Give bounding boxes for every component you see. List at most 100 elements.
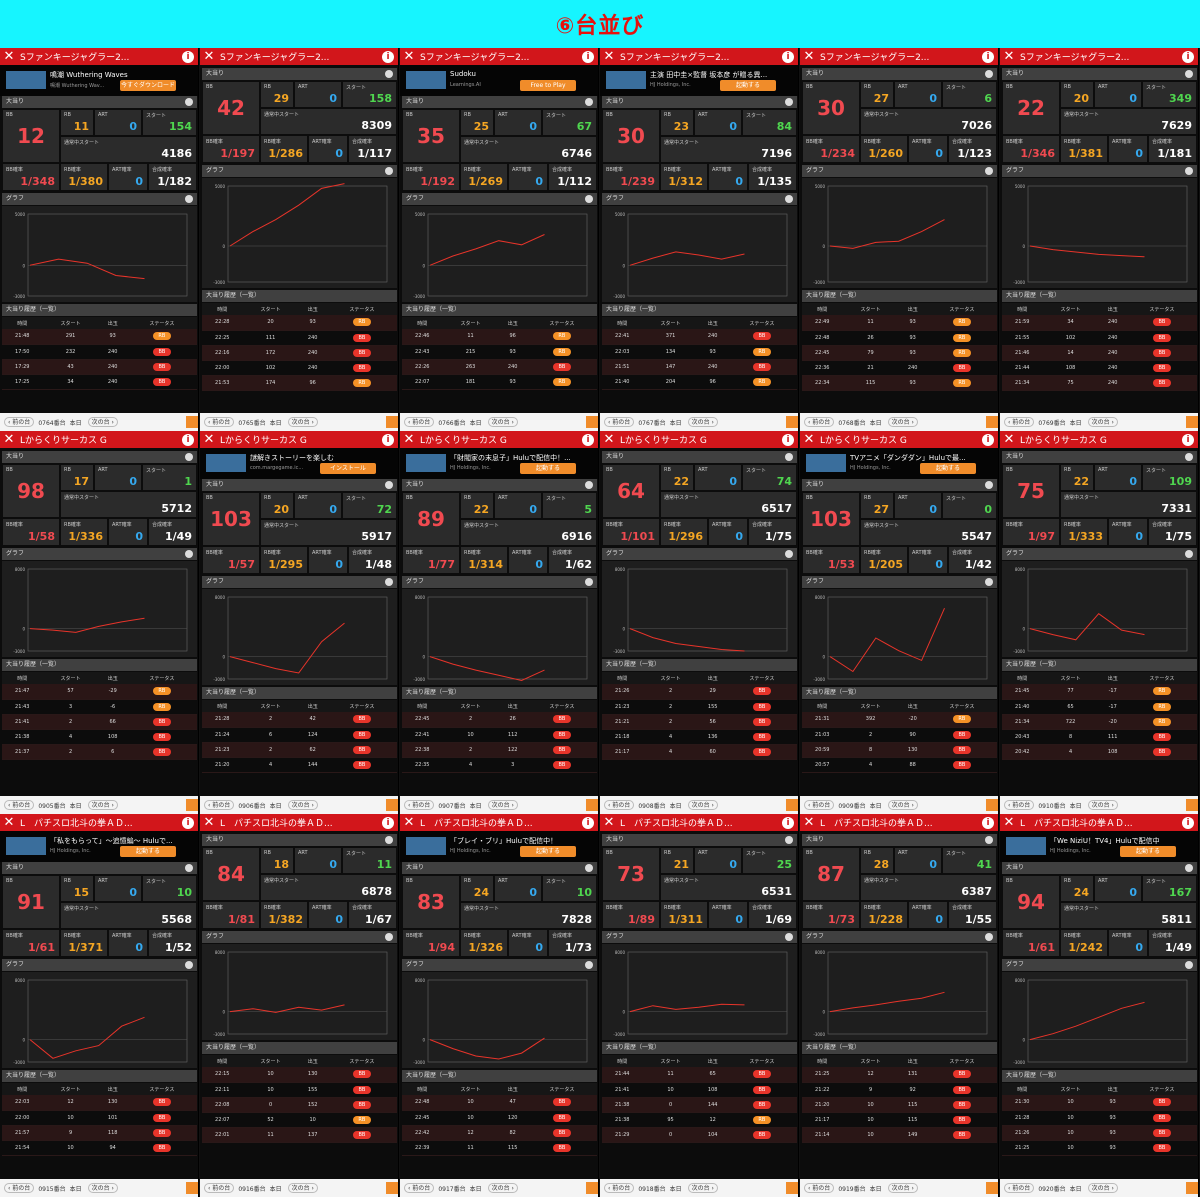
section-icon[interactable]	[185, 961, 193, 969]
prev-button[interactable]: ‹ 前の台	[604, 417, 635, 427]
next-button[interactable]: 次の台 ›	[287, 800, 318, 810]
close-icon[interactable]: ✕	[800, 431, 818, 448]
prev-button[interactable]: ‹ 前の台	[4, 1183, 35, 1193]
ad-banner[interactable]: TVアニメ「ダンダダン」Huluで最... HJ Holdings, Inc. 起動…	[800, 448, 998, 479]
prev-button[interactable]: ‹ 前の台	[404, 417, 435, 427]
info-icon[interactable]: i	[1182, 433, 1194, 446]
prev-button[interactable]: ‹ 前の台	[1004, 1183, 1035, 1193]
app-icon[interactable]	[586, 799, 598, 811]
app-icon[interactable]	[1186, 1182, 1198, 1194]
ad-button[interactable]: 起動する	[520, 463, 576, 474]
prev-button[interactable]: ‹ 前の台	[804, 1183, 835, 1193]
section-icon[interactable]	[1185, 961, 1193, 969]
next-button[interactable]: 次の台 ›	[487, 800, 518, 810]
section-icon[interactable]	[585, 961, 593, 969]
close-icon[interactable]: ✕	[400, 48, 418, 65]
app-icon[interactable]	[1186, 799, 1198, 811]
prev-button[interactable]: ‹ 前の台	[204, 417, 235, 427]
section-icon[interactable]	[1185, 864, 1193, 872]
info-icon[interactable]: i	[982, 50, 994, 63]
section-icon[interactable]	[585, 481, 593, 489]
next-button[interactable]: 次の台 ›	[87, 800, 118, 810]
close-icon[interactable]: ✕	[400, 814, 418, 831]
ad-button[interactable]: 今すぐダウンロード	[120, 80, 176, 91]
close-icon[interactable]: ✕	[800, 48, 818, 65]
info-icon[interactable]: i	[182, 433, 194, 446]
next-button[interactable]: 次の台 ›	[887, 800, 918, 810]
close-icon[interactable]: ✕	[0, 431, 18, 448]
section-icon[interactable]	[985, 70, 993, 78]
info-icon[interactable]: i	[582, 433, 594, 446]
next-button[interactable]: 次の台 ›	[1087, 417, 1118, 427]
app-icon[interactable]	[786, 416, 798, 428]
section-icon[interactable]	[785, 453, 793, 461]
ad-banner[interactable]: 「財閥家の末息子」Huluで配信中！... HJ Holdings, Inc. 起動…	[400, 448, 598, 479]
info-icon[interactable]: i	[182, 816, 194, 829]
next-button[interactable]: 次の台 ›	[87, 1183, 118, 1193]
app-icon[interactable]	[986, 1182, 998, 1194]
ad-button[interactable]: インストール	[320, 463, 376, 474]
close-icon[interactable]: ✕	[1000, 48, 1018, 65]
next-button[interactable]: 次の台 ›	[487, 417, 518, 427]
info-icon[interactable]: i	[1182, 816, 1194, 829]
ad-banner[interactable]: 「We NiziU！TV4」Huluで配信中 HJ Holdings, Inc. 起…	[1000, 831, 1198, 862]
info-icon[interactable]: i	[782, 433, 794, 446]
close-icon[interactable]: ✕	[800, 814, 818, 831]
section-icon[interactable]	[1185, 70, 1193, 78]
section-icon[interactable]	[185, 864, 193, 872]
section-icon[interactable]	[385, 933, 393, 941]
ad-banner[interactable]: 「ブレイ・ブリ」Huluで配信中！ HJ Holdings, Inc. 起動する	[400, 831, 598, 862]
prev-button[interactable]: ‹ 前の台	[4, 800, 35, 810]
close-icon[interactable]: ✕	[600, 431, 618, 448]
prev-button[interactable]: ‹ 前の台	[604, 800, 635, 810]
close-icon[interactable]: ✕	[1000, 431, 1018, 448]
next-button[interactable]: 次の台 ›	[687, 417, 718, 427]
prev-button[interactable]: ‹ 前の台	[204, 800, 235, 810]
ad-button[interactable]: 起動する	[120, 846, 176, 857]
section-icon[interactable]	[385, 578, 393, 586]
ad-button[interactable]: 起動する	[720, 80, 776, 91]
prev-button[interactable]: ‹ 前の台	[1004, 417, 1035, 427]
section-icon[interactable]	[785, 98, 793, 106]
prev-button[interactable]: ‹ 前の台	[404, 1183, 435, 1193]
close-icon[interactable]: ✕	[1000, 814, 1018, 831]
section-icon[interactable]	[385, 836, 393, 844]
close-icon[interactable]: ✕	[200, 814, 218, 831]
section-icon[interactable]	[185, 98, 193, 106]
app-icon[interactable]	[186, 1182, 198, 1194]
section-icon[interactable]	[185, 453, 193, 461]
section-icon[interactable]	[385, 481, 393, 489]
app-icon[interactable]	[586, 416, 598, 428]
close-icon[interactable]: ✕	[400, 431, 418, 448]
section-icon[interactable]	[985, 481, 993, 489]
app-icon[interactable]	[186, 799, 198, 811]
app-icon[interactable]	[786, 1182, 798, 1194]
prev-button[interactable]: ‹ 前の台	[1004, 800, 1035, 810]
app-icon[interactable]	[186, 416, 198, 428]
section-icon[interactable]	[785, 836, 793, 844]
section-icon[interactable]	[1185, 453, 1193, 461]
prev-button[interactable]: ‹ 前の台	[4, 417, 35, 427]
app-icon[interactable]	[986, 799, 998, 811]
info-icon[interactable]: i	[582, 816, 594, 829]
section-icon[interactable]	[1185, 550, 1193, 558]
next-button[interactable]: 次の台 ›	[887, 417, 918, 427]
ad-button[interactable]: 起動する	[920, 463, 976, 474]
ad-banner[interactable]: 主演 田中圭×監督 坂本彦 が贈る異... HJ Holdings, Inc. 起動…	[600, 65, 798, 96]
info-icon[interactable]: i	[582, 50, 594, 63]
app-icon[interactable]	[1186, 416, 1198, 428]
prev-button[interactable]: ‹ 前の台	[204, 1183, 235, 1193]
info-icon[interactable]: i	[382, 816, 394, 829]
next-button[interactable]: 次の台 ›	[287, 1183, 318, 1193]
next-button[interactable]: 次の台 ›	[487, 1183, 518, 1193]
app-icon[interactable]	[586, 1182, 598, 1194]
section-icon[interactable]	[985, 836, 993, 844]
section-icon[interactable]	[585, 578, 593, 586]
section-icon[interactable]	[785, 550, 793, 558]
section-icon[interactable]	[1185, 167, 1193, 175]
app-icon[interactable]	[386, 1182, 398, 1194]
section-icon[interactable]	[985, 167, 993, 175]
next-button[interactable]: 次の台 ›	[87, 417, 118, 427]
ad-banner[interactable]: 謎解きストーリーを楽しむ com.margegame.ic... インストール	[200, 448, 398, 479]
section-icon[interactable]	[185, 195, 193, 203]
